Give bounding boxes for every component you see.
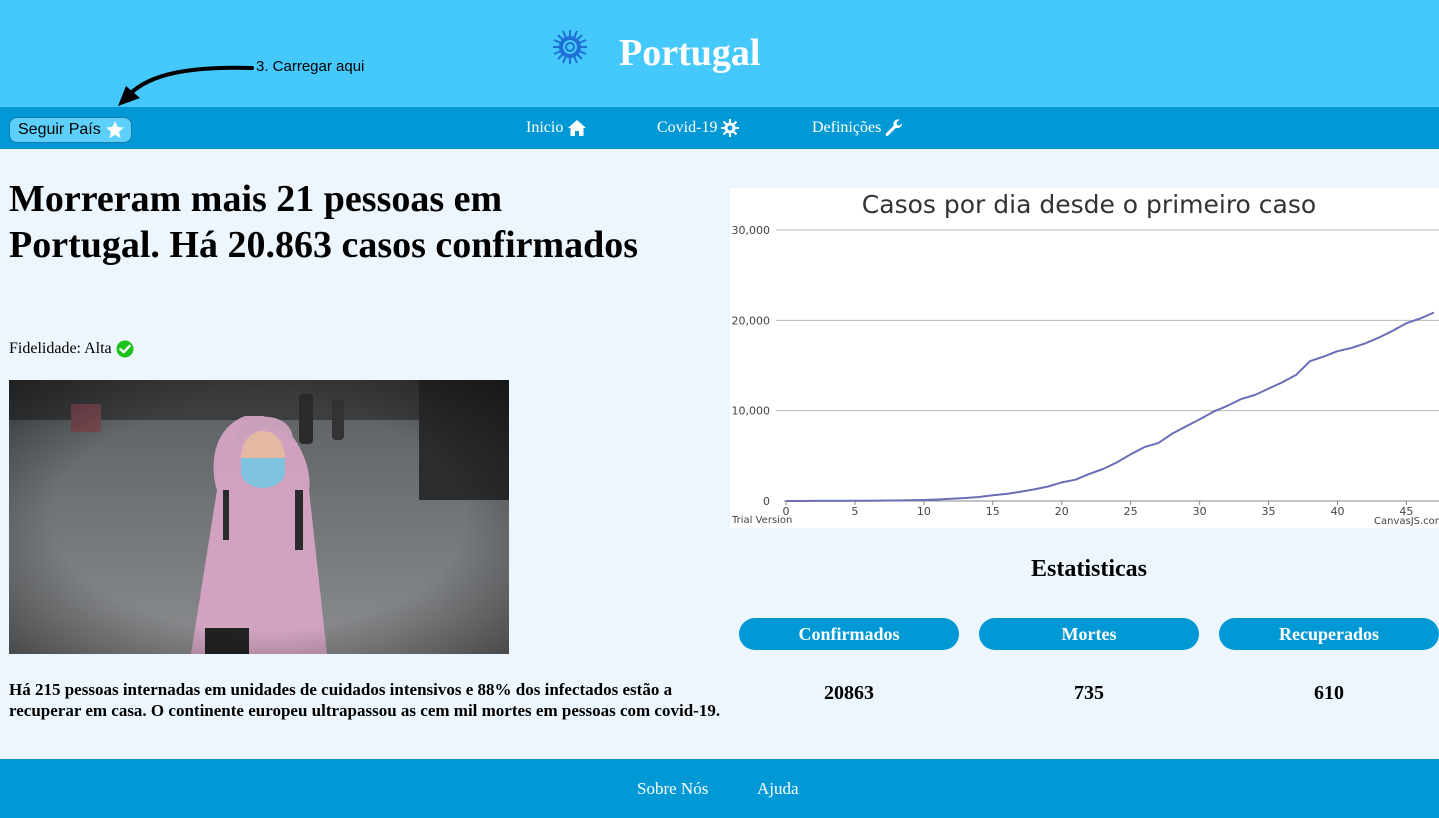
chart-x-tick-label: 35: [1262, 505, 1276, 518]
follow-button-label: Seguir País: [18, 121, 101, 138]
stat-confirmed-value: 20863: [824, 682, 874, 704]
chart-plot: 010,00020,00030,0000 5 10 15 20 25 30 35 40 45: [732, 224, 1439, 518]
stat-recovered-value: 610: [1314, 682, 1344, 704]
chart-series-line: [786, 311, 1435, 502]
fidelity-label: Fidelidade: Alta: [9, 340, 112, 357]
wrench-icon: [885, 119, 903, 137]
chart-x-tick-label: 5: [851, 505, 858, 518]
stats-title: Estatisticas: [1031, 556, 1147, 582]
virus-logo-icon[interactable]: [552, 29, 588, 65]
footer: Sobre Nós Ajuda: [0, 759, 1439, 818]
chart-x-tick-label: 30: [1193, 505, 1207, 518]
stat-deaths-pill[interactable]: Mortes: [979, 618, 1199, 650]
nav-item-label: Inicio: [526, 119, 564, 136]
chart-y-tick-label: 0: [763, 495, 770, 508]
check-circle-icon: [116, 340, 134, 358]
chart-x-tick-label: 25: [1124, 505, 1138, 518]
nav-item-covid[interactable]: Covid-19: [657, 117, 740, 139]
star-icon: [105, 121, 124, 139]
page-title: Portugal: [619, 32, 761, 74]
nav-item-inicio[interactable]: Inicio: [526, 117, 587, 139]
stat-confirmed-pill[interactable]: Confirmados: [739, 618, 959, 650]
article-photo: [9, 380, 509, 654]
home-icon: [568, 120, 587, 136]
chart-x-tick-label: 15: [986, 505, 1000, 518]
cases-chart: Casos por dia desde o primeiro caso 0 10,…: [730, 188, 1439, 528]
chart-y-tick-label: 20,000: [732, 314, 771, 327]
fidelity-indicator: Fidelidade: Alta: [9, 340, 134, 358]
annotation-arrow-icon: [118, 65, 254, 106]
virus-icon: [721, 119, 740, 137]
chart-credit-link[interactable]: CanvasJS.com: [1374, 516, 1439, 527]
chart-x-tick-label: 20: [1055, 505, 1069, 518]
chart-x-tick-label: 40: [1330, 505, 1344, 518]
header: Portugal 3. Carregar aqui: [0, 0, 1439, 107]
article-summary: Há 215 pessoas internadas em unidades de…: [9, 680, 721, 720]
follow-country-button[interactable]: Seguir País: [9, 117, 132, 143]
stat-deaths-value: 735: [1074, 682, 1104, 704]
nav-bar: Seguir País Inicio Covid-19 Definições: [0, 107, 1439, 149]
footer-link-help[interactable]: Ajuda: [757, 779, 799, 799]
chart-y-tick-label: 10,000: [732, 405, 771, 418]
nav-item-label: Definições: [812, 119, 882, 136]
article-headline: Morreram mais 21 pessoas em Portugal. Há…: [9, 178, 639, 266]
stat-recovered-pill[interactable]: Recuperados: [1219, 618, 1439, 650]
nav-item-definicoes[interactable]: Definições: [812, 117, 903, 139]
chart-x-tick-label: 10: [917, 505, 931, 518]
chart-trial-label: Trial Version: [732, 515, 793, 526]
footer-link-about[interactable]: Sobre Nós: [637, 779, 708, 799]
chart-y-tick-label: 30,000: [732, 224, 771, 237]
tutorial-annotation: 3. Carregar aqui: [256, 58, 365, 75]
nav-item-label: Covid-19: [657, 119, 718, 136]
